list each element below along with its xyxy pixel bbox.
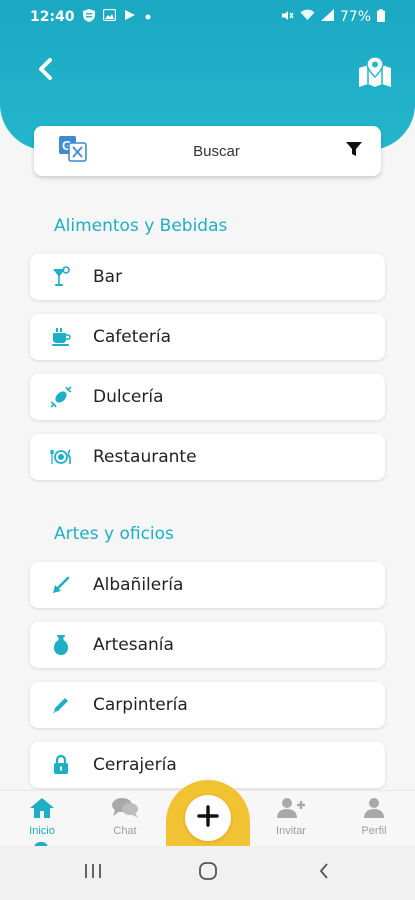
status-bar: 12:40 77% (0, 0, 415, 34)
status-time: 12:40 (30, 9, 75, 25)
category-label: Albañilería (93, 575, 184, 595)
mute-icon (281, 9, 294, 26)
search-bar[interactable]: G Buscar (34, 126, 381, 176)
chat-icon (110, 795, 140, 821)
category-item-albanileria[interactable]: Albañilería (30, 562, 385, 608)
translate-icon[interactable]: G (58, 135, 88, 167)
category-label: Carpintería (93, 695, 188, 715)
gallery-icon (102, 8, 116, 25)
dot-icon (144, 9, 152, 25)
category-label: Dulcería (93, 387, 164, 407)
category-item-cafeteria[interactable]: Cafetería (30, 314, 385, 360)
search-label[interactable]: Buscar (88, 143, 345, 160)
category-item-carpinteria[interactable]: Carpintería (30, 682, 385, 728)
category-item-restaurante[interactable]: Restaurante (30, 434, 385, 480)
nav-item-inicio[interactable]: Inicio (7, 795, 77, 843)
add-user-icon (276, 795, 306, 821)
plate-cutlery-icon (50, 446, 72, 468)
cocktail-icon (50, 266, 72, 288)
category-label: Cafetería (93, 327, 171, 347)
recent-apps-button[interactable] (73, 860, 113, 886)
category-label: Cerrajería (93, 755, 177, 775)
section-title-food: Alimentos y Bebidas (54, 216, 228, 236)
nav-item-invitar[interactable]: Invitar (256, 795, 326, 843)
shield-icon (82, 8, 95, 26)
battery-percent: 77% (339, 9, 371, 25)
back-system-button[interactable] (304, 860, 344, 886)
home-icon (27, 795, 57, 821)
signal-icon (320, 9, 334, 25)
category-item-dulceria[interactable]: Dulcería (30, 374, 385, 420)
section-title-arts: Artes y oficios (54, 524, 174, 544)
user-icon (359, 795, 389, 821)
lock-icon (50, 754, 72, 776)
filter-icon[interactable] (345, 140, 363, 162)
home-circle-icon (198, 861, 218, 885)
plus-icon (197, 805, 219, 831)
trowel-icon (50, 574, 72, 596)
map-pin-icon (357, 56, 393, 92)
back-button[interactable] (30, 56, 60, 86)
play-icon (124, 9, 136, 25)
coffee-cup-icon (50, 326, 72, 348)
candy-icon (50, 386, 72, 408)
nav-label: Chat (113, 825, 137, 837)
vase-icon (50, 634, 72, 656)
add-button[interactable] (185, 795, 231, 841)
nav-label: Inicio (29, 825, 55, 837)
wifi-icon (300, 9, 315, 25)
home-system-button[interactable] (188, 860, 228, 886)
pencil-icon (50, 694, 72, 716)
category-item-bar[interactable]: Bar (30, 254, 385, 300)
map-button[interactable] (357, 56, 393, 92)
back-icon (318, 862, 330, 884)
nav-label: Perfil (361, 825, 387, 837)
nav-item-perfil[interactable]: Perfil (339, 795, 409, 843)
nav-item-chat[interactable]: Chat (90, 795, 160, 843)
category-item-artesania[interactable]: Artesanía (30, 622, 385, 668)
system-nav-bar (0, 846, 415, 900)
category-label: Bar (93, 267, 123, 287)
battery-icon (377, 8, 385, 26)
category-label: Restaurante (93, 447, 197, 467)
category-label: Artesanía (93, 635, 174, 655)
recent-apps-icon (84, 863, 102, 883)
nav-label: Invitar (276, 825, 306, 837)
chevron-left-icon (36, 57, 54, 85)
